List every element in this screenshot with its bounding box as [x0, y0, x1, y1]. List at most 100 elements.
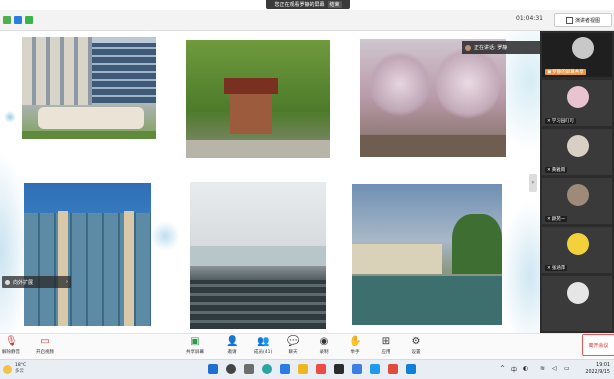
speaker-avatar [465, 44, 471, 51]
info-icon[interactable] [3, 16, 11, 24]
decor-dot [150, 221, 180, 251]
file-explorer-icon[interactable] [298, 364, 308, 374]
participant-name-tag: ▣ 罗静的屏幕共享 [545, 69, 586, 75]
members-label: 成员(41) [254, 350, 273, 355]
tray-chevron-icon[interactable]: ^ [500, 365, 505, 372]
app-icon[interactable] [334, 364, 344, 374]
members-button[interactable]: 👥 成员(41) [254, 336, 272, 355]
photo-canteen [190, 182, 326, 329]
participant-name: 学习园叮叮 [551, 119, 575, 124]
share-banner: 您正在观看罗静的屏幕 结束 [266, 0, 350, 9]
mic-muted-icon: ✕ [547, 265, 551, 271]
mic-muted-icon: ✕ [547, 118, 551, 124]
clock-time: 19:01 [596, 363, 610, 368]
clock[interactable]: 19:01 2022/9/15 [576, 362, 610, 376]
participant-tile[interactable]: ✕ 张涵萍 [542, 227, 612, 273]
app-icon[interactable] [406, 364, 416, 374]
task-view-icon[interactable] [244, 364, 254, 374]
collapse-panel-arrow-icon[interactable]: › [529, 174, 537, 192]
powerpoint-icon[interactable] [316, 364, 326, 374]
share-label: 共享屏幕 [186, 350, 204, 355]
participant-tile[interactable]: ▣ 罗静的屏幕共享 [542, 33, 612, 77]
mute-label: 解除静音 [2, 350, 20, 355]
volume-icon[interactable]: ◁ [552, 365, 557, 372]
invite-button[interactable]: 👤 邀请 [226, 336, 238, 355]
weather-widget[interactable]: 18°C 多云 [3, 363, 26, 375]
user-icon [5, 279, 10, 285]
apps-grid-icon: ⊞ [381, 336, 391, 347]
participant-name: 张涵萍 [551, 266, 566, 271]
chevron-right-icon: › [66, 279, 68, 285]
wifi-icon[interactable]: ≋ [540, 365, 545, 372]
floating-thumbnail-label[interactable]: 向外扩展 › [2, 276, 71, 288]
speaking-text: 正在讲话: 罗静 [474, 45, 508, 51]
participant-panel: ▣ 罗静的屏幕共享 ✕ 学习园叮叮 ✕ 黄雅雨 ✕ 颜苑一 ✕ 张涵萍 [540, 31, 614, 333]
mic-muted-icon: ✕ [547, 216, 551, 222]
avatar [572, 37, 594, 59]
shield-icon[interactable] [14, 16, 22, 24]
stop-viewing-button[interactable]: 结束 [327, 1, 342, 8]
participant-tile[interactable]: ✕ 学习园叮叮 [542, 80, 612, 126]
active-speaker-indicator: 正在讲话: 罗静 [462, 41, 545, 54]
start-icon[interactable] [208, 364, 218, 374]
signal-icon[interactable] [25, 16, 33, 24]
meeting-app-icon[interactable] [280, 364, 290, 374]
camera-off-icon: ▭ [40, 336, 50, 347]
app-icon[interactable] [388, 364, 398, 374]
speaker-view-button[interactable]: 演讲者视图 [554, 13, 612, 27]
grid-icon [565, 16, 573, 24]
participant-tile[interactable]: ✕ 黄雅雨 [542, 129, 612, 175]
participant-name: 黄雅雨 [551, 168, 566, 173]
avatar [567, 135, 589, 157]
invite-label: 邀请 [227, 350, 237, 355]
video-label: 开启视频 [36, 350, 54, 355]
hand-icon: ✋ [349, 336, 362, 347]
chat-button[interactable]: 💬 聊天 [287, 336, 299, 355]
share-screen-icon: ▣ [190, 336, 200, 347]
participant-tile[interactable] [542, 276, 612, 331]
apps-button[interactable]: ⊞ 应用 [380, 336, 392, 355]
gear-icon: ⚙ [411, 336, 421, 347]
chat-icon: 💬 [287, 336, 300, 347]
apps-label: 应用 [381, 350, 391, 355]
share-screen-button[interactable]: ▣ 共享屏幕 [186, 336, 204, 355]
settings-button[interactable]: ⚙ 设置 [410, 336, 422, 355]
chat-label: 聊天 [288, 350, 298, 355]
video-button[interactable]: ▭ 开启视频 [36, 336, 54, 355]
meeting-timer: 01:04:31 [516, 15, 543, 22]
settings-label: 设置 [411, 350, 421, 355]
avatar [567, 184, 589, 206]
tray-app-icon[interactable]: ◐ [523, 365, 528, 372]
participant-tile[interactable]: ✕ 颜苑一 [542, 178, 612, 224]
hand-label: 举手 [350, 350, 360, 355]
participant-name: 罗静的屏幕共享 [552, 70, 584, 75]
clock-date: 2022/9/15 [585, 370, 610, 375]
record-icon: ◉ [319, 336, 329, 347]
photo-blossom-trees [360, 39, 506, 157]
battery-icon[interactable]: ▭ [564, 365, 570, 372]
view-label: 演讲者视图 [574, 17, 600, 24]
raise-hand-button[interactable]: ✋ 举手 [349, 336, 361, 355]
windows-taskbar: 18°C 多云 ^ 中 ◐ ≋ ◁ ▭ 19:01 2022/9/15 [0, 359, 614, 379]
thumbnail-name: 向外扩展 [13, 279, 34, 286]
search-icon[interactable] [226, 364, 236, 374]
avatar [567, 86, 589, 108]
photo-sports-field [352, 184, 502, 325]
record-label: 录制 [319, 350, 329, 355]
edge-icon[interactable] [262, 364, 272, 374]
ime-indicator[interactable]: 中 [511, 365, 517, 374]
record-button[interactable]: ◉ 录制 [318, 336, 330, 355]
participant-name: 颜苑一 [551, 217, 566, 222]
app-icon[interactable] [352, 364, 362, 374]
weather-desc: 多云 [15, 369, 24, 374]
leave-meeting-button[interactable]: 离开会议 [582, 334, 614, 356]
weather-icon [3, 364, 12, 374]
members-icon: 👥 [257, 336, 270, 347]
app-icon[interactable] [370, 364, 380, 374]
avatar [567, 282, 589, 304]
mic-off-icon: 🎙 [5, 336, 18, 347]
participant-name-tag: ✕ 颜苑一 [545, 216, 568, 222]
participant-name-tag: ✕ 黄雅雨 [545, 167, 568, 173]
photo-campus-building [22, 37, 156, 139]
mute-button[interactable]: 🎙 解除静音 [2, 336, 20, 355]
